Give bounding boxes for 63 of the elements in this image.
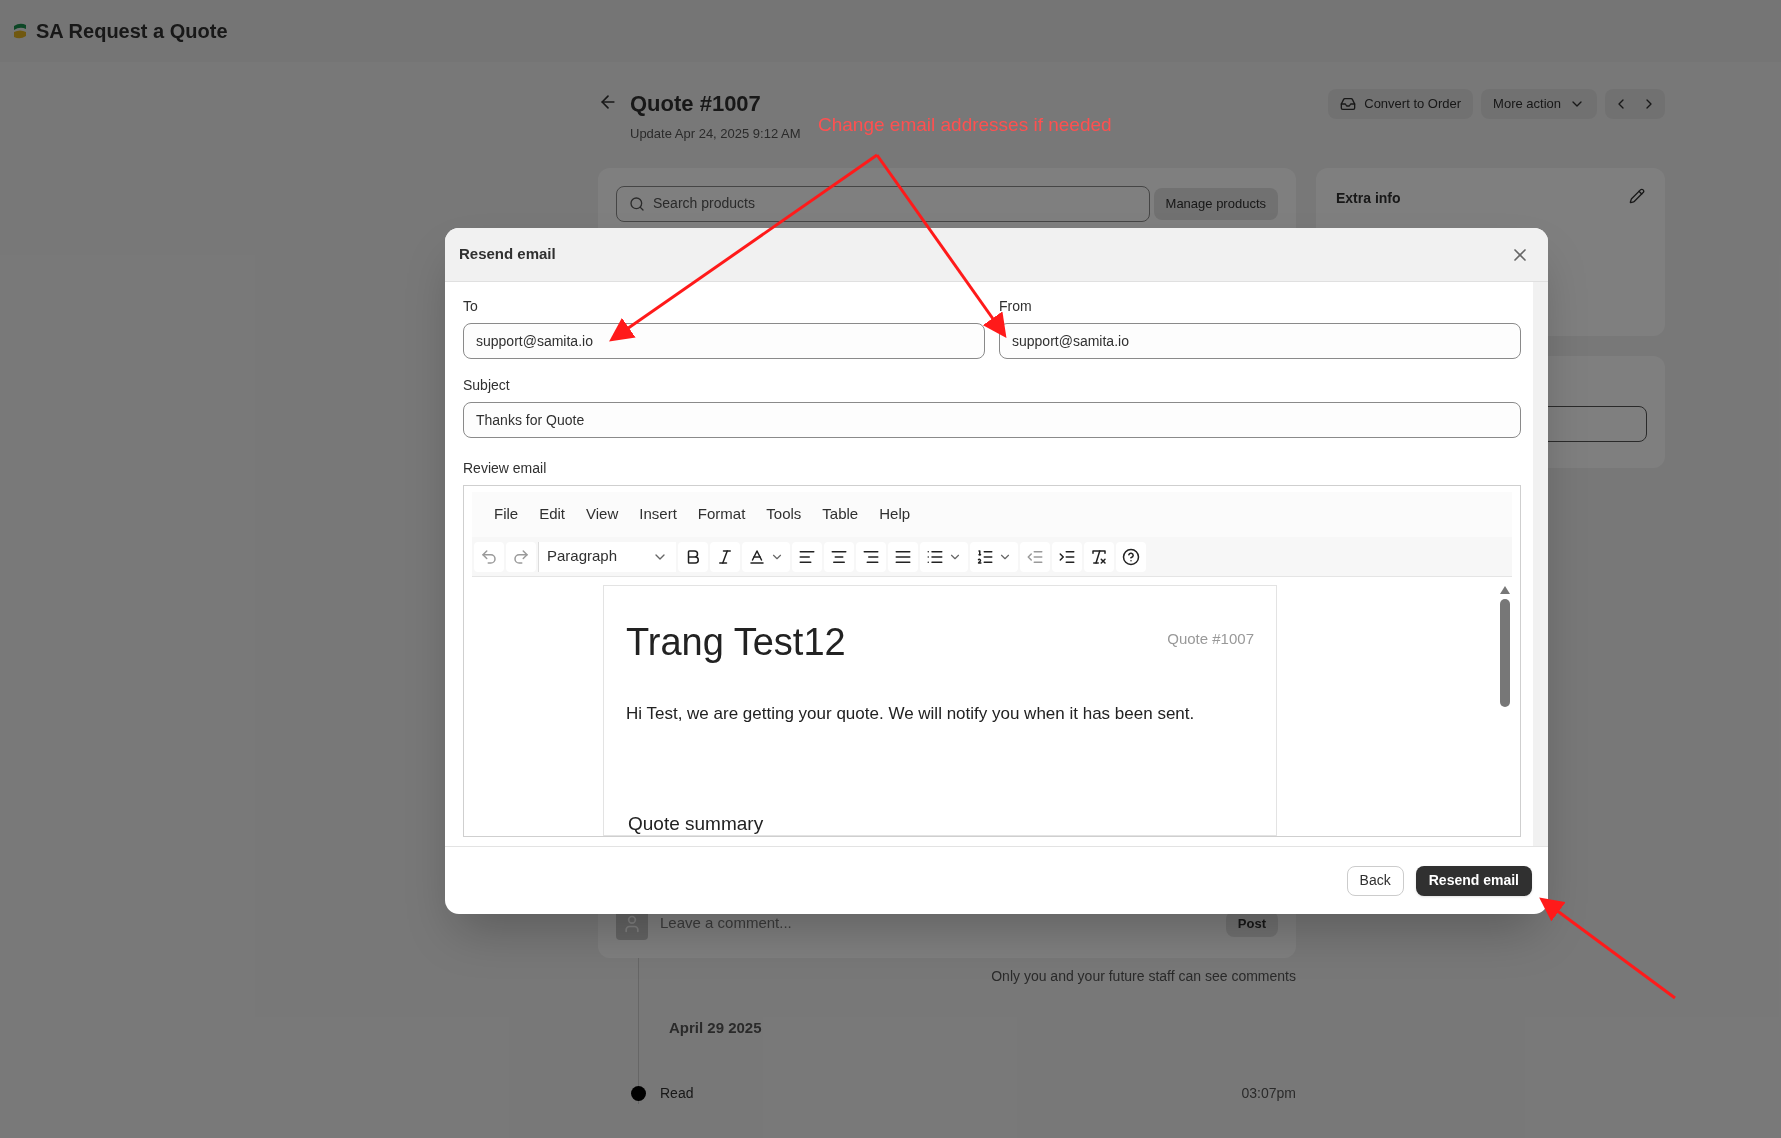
email-field[interactable]: support@samita.io xyxy=(463,323,985,359)
field-label: Review email xyxy=(463,459,548,478)
text-color-button[interactable] xyxy=(742,541,790,572)
pencil-icon[interactable] xyxy=(1629,187,1645,204)
align-right-button[interactable] xyxy=(856,541,886,572)
manage-products-button[interactable]: Manage products xyxy=(1153,187,1278,220)
menu-item[interactable]: Help xyxy=(879,503,911,526)
field-label: To xyxy=(463,297,479,316)
help-icon xyxy=(1122,547,1140,566)
help-button[interactable] xyxy=(1116,541,1146,572)
more-action-button[interactable]: More action xyxy=(1481,89,1597,119)
italic-button[interactable] xyxy=(710,541,740,572)
format-dropdown[interactable]: Paragraph xyxy=(538,541,676,572)
clear-format-button[interactable] xyxy=(1084,541,1114,572)
text-color-icon xyxy=(748,547,766,566)
person-icon xyxy=(622,913,642,934)
section-heading: Quote summary xyxy=(628,813,765,835)
comment-note: Only you and your future staff can see comments xyxy=(990,966,1296,986)
dialog-title: Resend email xyxy=(459,244,556,265)
menu-item[interactable]: View xyxy=(586,503,619,526)
subject-field[interactable]: Thanks for Quote xyxy=(463,402,1521,438)
numbered-list-button[interactable] xyxy=(970,541,1018,572)
search-icon xyxy=(629,195,645,212)
convert-button[interactable]: Convert to Order xyxy=(1328,89,1474,119)
redo-icon xyxy=(512,547,530,566)
email-heading: Trang Test12 xyxy=(626,620,846,665)
justify-button[interactable] xyxy=(888,541,918,572)
indent-button[interactable] xyxy=(1052,541,1082,572)
bold-button[interactable] xyxy=(678,541,708,572)
quote-number: Quote #1007 xyxy=(1167,629,1254,649)
page-title: Quote #1007 xyxy=(630,90,762,118)
inbox-icon xyxy=(1340,96,1357,112)
email-field[interactable]: support@samita.io xyxy=(999,323,1521,359)
menu-item[interactable]: Table xyxy=(822,503,859,526)
numbered-list-icon xyxy=(976,547,994,566)
menu-item[interactable]: Edit xyxy=(539,503,566,526)
resend-button[interactable]: Resend email xyxy=(1415,865,1532,896)
menu-item[interactable]: File xyxy=(494,503,519,526)
extra-info-title: Extra info xyxy=(1336,188,1401,208)
bullet-list-button[interactable] xyxy=(920,541,968,572)
field-label: From xyxy=(999,297,1033,316)
field-label: Subject xyxy=(463,376,511,395)
back-button[interactable]: Back xyxy=(1346,865,1404,896)
email-message: Hi Test, we are getting your quote. We will notify you when it has been sent. xyxy=(626,703,1196,725)
search-field[interactable]: Search products xyxy=(616,185,1150,222)
scroll-up-icon[interactable] xyxy=(1499,585,1511,595)
annotation-text: Change email addresses if needed xyxy=(818,113,1112,137)
update-time: Update Apr 24, 2025 9:12 AM xyxy=(630,125,801,143)
undo-button[interactable] xyxy=(474,541,504,572)
event-time: 03:07pm xyxy=(1241,1084,1296,1103)
menu-item[interactable]: Format xyxy=(697,503,746,526)
logo-icon xyxy=(12,22,28,40)
clear-format-icon xyxy=(1090,547,1108,566)
timeline-date: April 29 2025 xyxy=(669,1017,763,1038)
align-center-button[interactable] xyxy=(824,541,854,572)
redo-button[interactable] xyxy=(506,541,536,572)
app-title: SA Request a Quote xyxy=(36,19,228,44)
undo-icon xyxy=(480,547,498,566)
menu-item[interactable]: Insert xyxy=(639,503,677,526)
italic-icon xyxy=(716,547,734,566)
event-label: Read xyxy=(660,1084,695,1103)
menu-item[interactable]: Tools xyxy=(766,503,802,526)
align-left-button[interactable] xyxy=(792,541,822,572)
